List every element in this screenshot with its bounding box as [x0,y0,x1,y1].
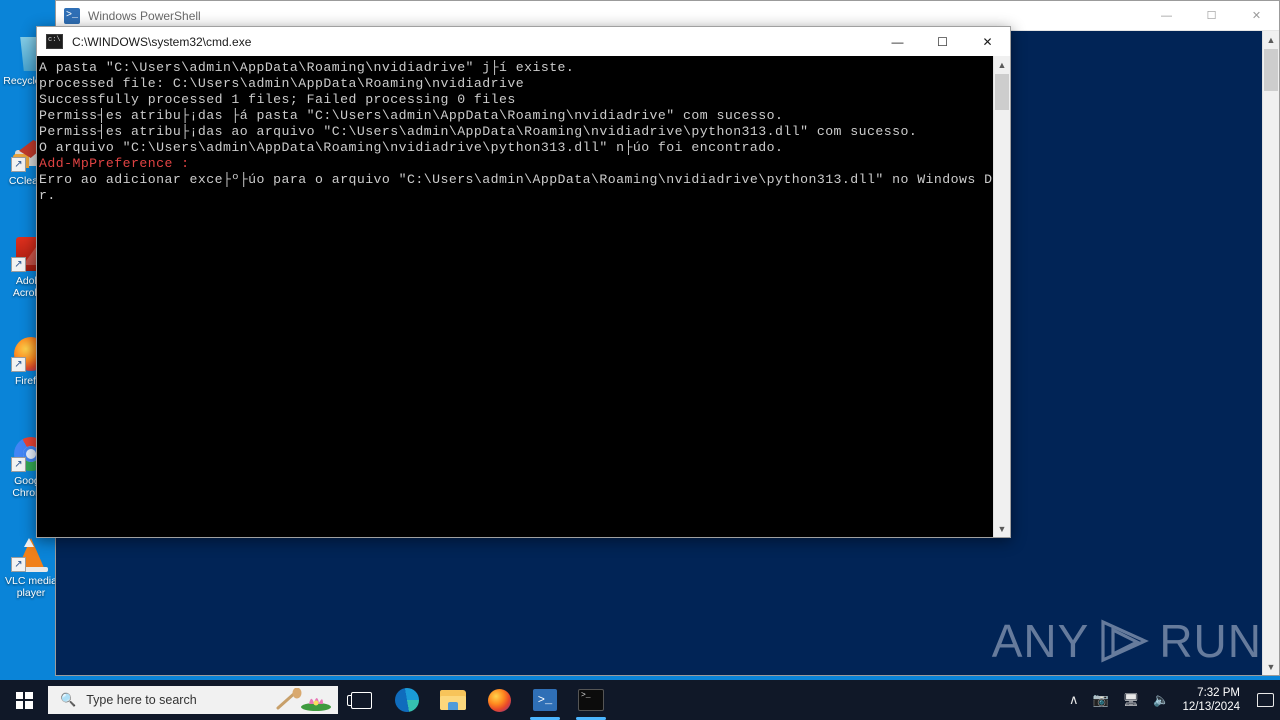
shortcut-arrow-icon: ↗ [11,157,26,172]
windows-logo-icon [15,691,33,709]
watermark-right-text: RUN [1159,615,1262,667]
shortcut-arrow-icon: ↗ [11,557,26,572]
console-line: processed file: C:\Users\admin\AppData\R… [39,76,525,91]
cmd-minimize-button[interactable]: — [875,27,920,56]
desktop-icon-vlc-media-player[interactable]: ↗ VLC media player [0,534,62,606]
powershell-scroll-up-arrow[interactable]: ▲ [1263,31,1279,48]
notifications-icon [1256,693,1274,707]
clock[interactable]: 7:32 PM 12/13/2024 [1176,680,1250,720]
search-icon: 🔍 [60,692,77,707]
desktop-icon-label: VLC media player [5,575,57,599]
shortcut-arrow-icon: ↗ [11,457,26,472]
taskbar-firefox[interactable] [476,680,522,720]
cmd-title: C:\WINDOWS\system32\cmd.exe [72,34,252,49]
powershell-scroll-down-arrow[interactable]: ▼ [1263,658,1279,675]
desktop[interactable]: Recycle Bin ↗ CCleaner ↗ Adobe Acrobat ↗… [0,0,1280,720]
firefox-icon [487,688,511,712]
cmd-maximize-button[interactable]: ☐ [920,27,965,56]
powershell-icon: >_ [64,7,80,24]
powershell-minimize-button[interactable]: — [1144,1,1189,31]
taskbar-powershell[interactable]: >_ [522,680,568,720]
taskbar-file-explorer[interactable] [430,680,476,720]
network-icon[interactable]: 🖥 [1116,692,1147,708]
powershell-maximize-button[interactable]: ☐ [1189,1,1234,31]
powershell-scrollbar[interactable]: ▲ ▼ [1262,31,1279,675]
clock-date: 12/13/2024 [1182,701,1240,713]
console-line: Successfully processed 1 files; Failed p… [39,92,516,107]
powershell-window-controls: — ☐ ✕ [1144,1,1279,31]
taskbar-cmd[interactable] [568,680,614,720]
camera-icon[interactable]: 📷 [1086,692,1116,708]
shortcut-arrow-icon: ↗ [11,257,26,272]
vlc-icon: ↗ [11,534,51,574]
console-line: Permiss┤es atribu├¡das ├á pasta "C:\User… [39,108,784,123]
powershell-scroll-thumb[interactable] [1264,49,1278,91]
console-line: Add-MpPreference : [39,156,190,171]
task-view-button[interactable] [338,680,384,720]
volume-icon[interactable]: 🔈 [1146,692,1176,708]
system-tray[interactable]: ∧ 📷 🖥 🔈 7:32 PM 12/13/2024 [1062,680,1280,720]
clock-time: 7:32 PM [1197,687,1240,699]
console-line: r. [39,188,56,203]
cmd-window[interactable]: c:\ C:\WINDOWS\system32\cmd.exe — ☐ ✕ A … [36,26,1011,538]
start-button[interactable] [0,680,48,720]
show-hidden-icons-button[interactable]: ∧ [1062,692,1086,708]
cmd-window-controls: — ☐ ✕ [875,27,1010,56]
taskbar-edge[interactable] [384,680,430,720]
anyrun-play-icon [1097,618,1151,664]
cmd-scroll-down-arrow[interactable]: ▼ [994,520,1010,537]
cmd-icon: c:\ [46,34,63,49]
search-input[interactable]: 🔍 Type here to search [48,686,338,714]
cmd-titlebar[interactable]: c:\ C:\WINDOWS\system32\cmd.exe — ☐ ✕ [37,27,1010,56]
cmd-icon [578,689,604,711]
cmd-console-output[interactable]: A pasta "C:\Users\admin\AppData\Roaming\… [37,56,993,537]
powershell-close-button[interactable]: ✕ [1234,1,1279,31]
search-placeholder: Type here to search [86,693,197,707]
cmd-scroll-up-arrow[interactable]: ▲ [994,56,1010,73]
task-view-icon [346,691,372,709]
console-line: O arquivo "C:\Users\admin\AppData\Roamin… [39,140,784,155]
powershell-icon: >_ [533,689,557,711]
cmd-scrollbar[interactable]: ▲ ▼ [993,56,1010,537]
watermark-left-text: ANY [991,615,1090,667]
cmd-close-button[interactable]: ✕ [965,27,1010,56]
console-line: A pasta "C:\Users\admin\AppData\Roaming\… [39,60,575,75]
anyrun-watermark: ANY RUN [992,614,1262,668]
taskbar[interactable]: 🔍 Type here to search >_ >_ ∧ 📷 🖥 🔈 7:32… [0,680,1280,720]
file-explorer-icon [440,690,466,710]
action-center-button[interactable] [1250,680,1280,720]
shortcut-arrow-icon: ↗ [11,357,26,372]
powershell-title: Windows PowerShell [88,8,201,23]
console-line: Permiss┤es atribu├¡das ao arquivo "C:\Us… [39,124,918,139]
edge-icon [395,688,419,712]
cmd-scroll-thumb[interactable] [995,74,1009,110]
search-lotus-image [276,687,334,712]
console-line: Erro ao adicionar exce├º├úo para o arqui… [39,172,993,187]
